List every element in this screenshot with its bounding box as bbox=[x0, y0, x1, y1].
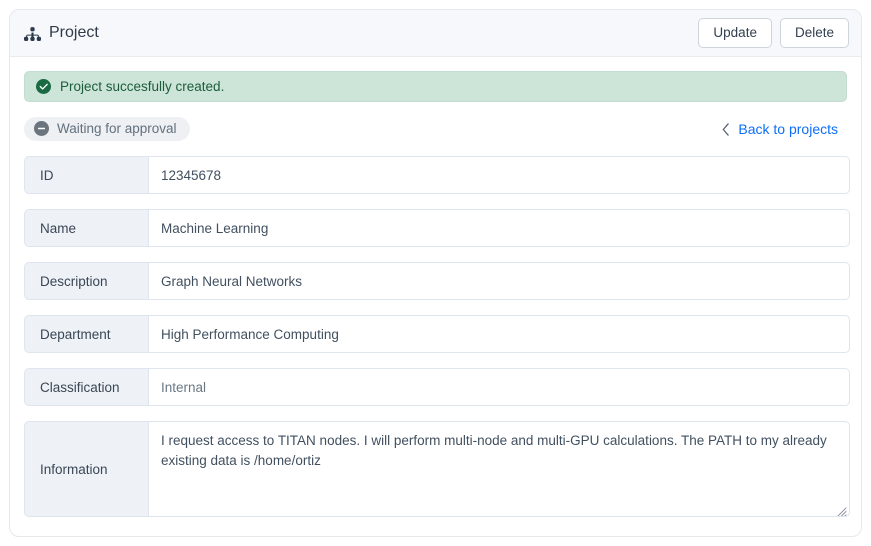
page-title-text: Project bbox=[49, 24, 99, 41]
diagram-3-icon bbox=[24, 25, 41, 42]
field-label-classification: Classification bbox=[24, 368, 149, 406]
field-label-information: Information bbox=[24, 421, 149, 517]
status-badge: Waiting for approval bbox=[24, 117, 190, 141]
field-row-information: Information I request access to TITAN no… bbox=[24, 421, 850, 517]
field-label-id: ID bbox=[24, 156, 149, 194]
field-value-name[interactable]: Machine Learning bbox=[149, 209, 850, 247]
information-text: I request access to TITAN nodes. I will … bbox=[161, 433, 827, 468]
field-value-classification[interactable]: Internal bbox=[149, 368, 850, 406]
field-row-description: Description Graph Neural Networks bbox=[24, 262, 850, 300]
app-root: Project Update Delete Project succesfull… bbox=[0, 0, 871, 546]
field-row-name: Name Machine Learning bbox=[24, 209, 850, 247]
update-button[interactable]: Update bbox=[698, 17, 772, 49]
field-row-id: ID 12345678 bbox=[24, 156, 850, 194]
delete-button[interactable]: Delete bbox=[779, 17, 849, 49]
field-row-classification: Classification Internal bbox=[24, 368, 850, 406]
field-value-description[interactable]: Graph Neural Networks bbox=[149, 262, 850, 300]
success-alert: Project succesfully created. bbox=[24, 71, 847, 102]
field-label-description: Description bbox=[24, 262, 149, 300]
project-card: Project Update Delete Project succesfull… bbox=[9, 9, 862, 537]
status-row: Waiting for approval Back to projects bbox=[24, 116, 847, 142]
resize-grip-icon[interactable] bbox=[836, 503, 847, 516]
status-badge-label: Waiting for approval bbox=[57, 121, 177, 136]
field-value-id[interactable]: 12345678 bbox=[149, 156, 850, 194]
success-alert-text: Project succesfully created. bbox=[60, 79, 225, 94]
chevron-left-icon bbox=[720, 122, 731, 136]
card-header: Project Update Delete bbox=[10, 10, 861, 57]
dash-circle-fill-icon bbox=[34, 121, 49, 136]
field-label-name: Name bbox=[24, 209, 149, 247]
check-circle-fill-icon bbox=[36, 79, 51, 94]
page-title: Project bbox=[24, 24, 99, 42]
header-actions: Update Delete bbox=[698, 17, 849, 49]
back-to-projects-link[interactable]: Back to projects bbox=[720, 121, 847, 137]
card-body: Project succesfully created. Waiting for… bbox=[10, 57, 861, 517]
field-value-information[interactable]: I request access to TITAN nodes. I will … bbox=[149, 421, 850, 517]
back-to-projects-label: Back to projects bbox=[738, 121, 838, 137]
field-label-department: Department bbox=[24, 315, 149, 353]
field-row-department: Department High Performance Computing bbox=[24, 315, 850, 353]
field-value-department[interactable]: High Performance Computing bbox=[149, 315, 850, 353]
